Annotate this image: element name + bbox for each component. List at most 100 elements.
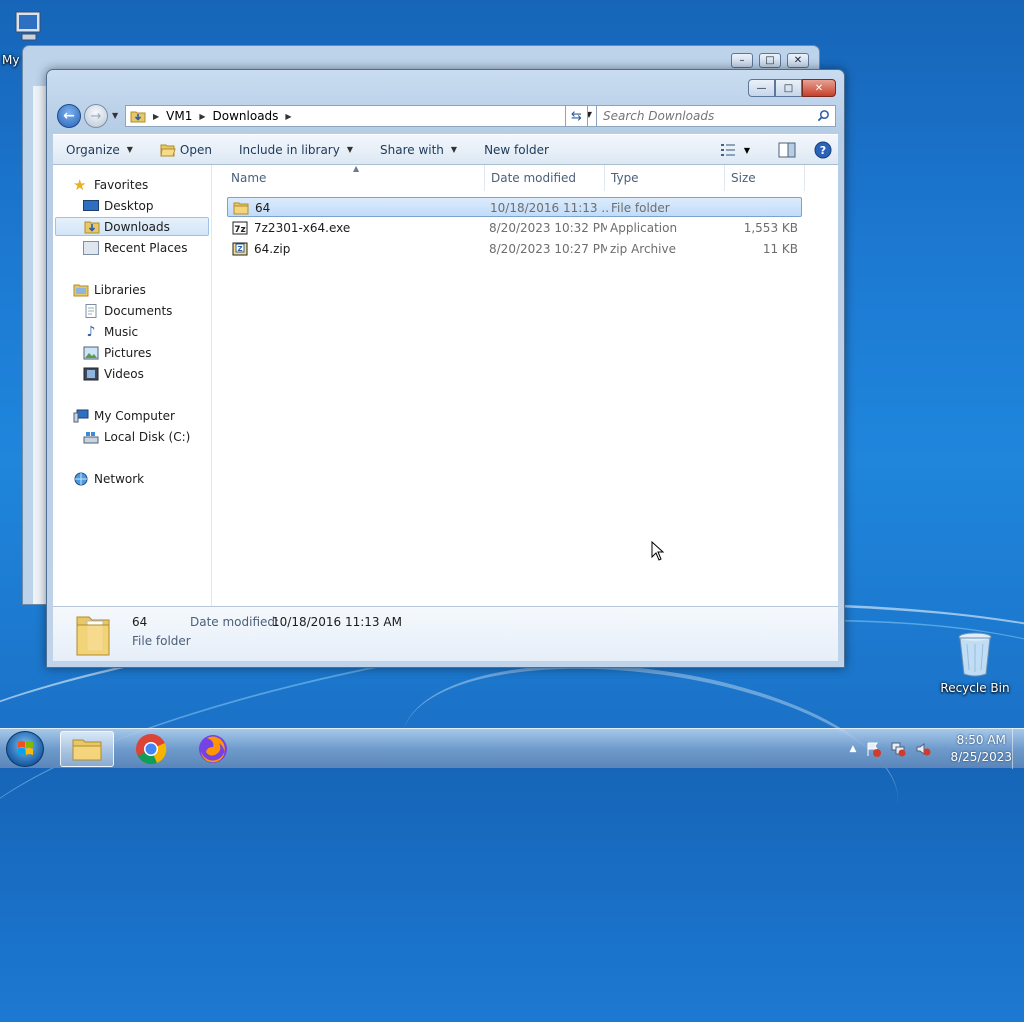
maximize-button[interactable]: □ bbox=[775, 79, 802, 97]
nav-network[interactable]: Network bbox=[73, 469, 144, 488]
nav-documents[interactable]: Documents bbox=[83, 301, 172, 320]
clock[interactable]: 8:50 AM 8/25/2023 bbox=[950, 732, 1012, 766]
breadcrumb-arrow[interactable]: ▶ bbox=[153, 112, 159, 121]
clock-date: 8/25/2023 bbox=[950, 750, 1012, 764]
recent-pages-dropdown[interactable]: ▼ bbox=[112, 111, 118, 120]
file-size bbox=[721, 198, 799, 218]
column-header-date-modified[interactable]: Date modified bbox=[485, 165, 605, 191]
network-status-icon[interactable] bbox=[890, 741, 906, 757]
nav-favorites[interactable]: ★ Favorites bbox=[73, 175, 148, 194]
breadcrumb-downloads[interactable]: Downloads bbox=[213, 109, 279, 123]
nav-local-disk[interactable]: Local Disk (C:) bbox=[83, 427, 190, 446]
close-button[interactable]: ✕ bbox=[802, 79, 836, 97]
taskbar-chrome[interactable] bbox=[124, 731, 178, 767]
7zip-app-icon: 7z bbox=[232, 221, 248, 235]
videos-icon bbox=[83, 367, 99, 380]
new-folder-label: New folder bbox=[484, 142, 549, 157]
new-folder-button[interactable]: New folder bbox=[471, 143, 563, 157]
nav-libraries[interactable]: Libraries bbox=[73, 280, 146, 299]
include-in-library-label: Include in library bbox=[238, 142, 340, 157]
desktop-icon bbox=[83, 200, 99, 211]
details-date-label: Date modified: bbox=[190, 615, 280, 629]
view-details-icon bbox=[720, 144, 735, 156]
share-with-button[interactable]: Share with ▼ bbox=[367, 143, 471, 157]
breadcrumb-arrow[interactable]: ▶ bbox=[199, 112, 205, 121]
column-header-type-label: Type bbox=[611, 171, 639, 185]
star-icon: ★ bbox=[73, 175, 87, 194]
include-in-library-button[interactable]: Include in library ▼ bbox=[226, 143, 367, 157]
chevron-down-icon: ▼ bbox=[346, 145, 353, 154]
maximize-button[interactable]: □ bbox=[759, 53, 781, 68]
volume-muted-icon[interactable] bbox=[915, 741, 931, 757]
svg-text:?: ? bbox=[820, 144, 826, 157]
chevron-down-icon: ▼ bbox=[450, 145, 458, 154]
nav-downloads[interactable]: Downloads bbox=[55, 217, 209, 236]
search-input[interactable] bbox=[597, 106, 807, 126]
taskbar: ▲ 8:50 AM 8/25/2023 bbox=[0, 728, 1024, 769]
file-type: File folder bbox=[611, 201, 670, 215]
organize-button[interactable]: Organize ▼ bbox=[53, 143, 147, 157]
nav-recent-places[interactable]: Recent Places bbox=[83, 238, 187, 257]
back-button[interactable]: ← bbox=[57, 104, 81, 128]
breadcrumb-vm1[interactable]: VM1 bbox=[166, 109, 192, 123]
desktop-icon-recycle-bin[interactable]: Recycle Bin bbox=[940, 630, 1010, 695]
chevron-down-icon: ▼ bbox=[126, 145, 133, 154]
svg-text:Z: Z bbox=[237, 245, 242, 253]
file-date: 10/18/2016 11:13 ... bbox=[490, 201, 608, 215]
details-item-name: 64 bbox=[132, 615, 148, 629]
taskbar-explorer[interactable] bbox=[60, 731, 114, 767]
recycle-bin-icon bbox=[958, 632, 992, 677]
column-header-name[interactable]: Name ▲ bbox=[213, 164, 485, 191]
firefox-icon bbox=[199, 735, 227, 763]
column-header-size[interactable]: Size bbox=[725, 165, 805, 191]
minimize-button[interactable]: – bbox=[731, 53, 753, 68]
nav-desktop[interactable]: Desktop bbox=[83, 196, 154, 215]
column-header-type[interactable]: Type bbox=[605, 165, 725, 191]
nav-my-computer[interactable]: My Computer bbox=[73, 406, 175, 425]
nav-pictures-label: Pictures bbox=[104, 345, 152, 360]
help-icon[interactable]: ? bbox=[814, 141, 832, 159]
open-button[interactable]: Open bbox=[147, 143, 226, 157]
file-type: Application bbox=[610, 221, 678, 235]
chevron-down-icon: ▼ bbox=[743, 145, 750, 155]
change-view-button[interactable]: ▼ bbox=[720, 143, 750, 157]
file-name: 64 bbox=[255, 201, 271, 215]
preview-pane-icon[interactable] bbox=[778, 142, 796, 158]
nav-pictures[interactable]: Pictures bbox=[83, 343, 152, 362]
breadcrumb-arrow[interactable]: ▶ bbox=[285, 112, 291, 121]
mouse-cursor-icon bbox=[651, 541, 665, 561]
nav-documents-label: Documents bbox=[104, 303, 173, 318]
nav-videos[interactable]: Videos bbox=[83, 364, 144, 383]
svg-text:7z: 7z bbox=[234, 225, 246, 235]
drive-icon bbox=[83, 431, 99, 443]
file-name: 7z2301-x64.exe bbox=[254, 221, 351, 235]
command-bar: Organize ▼ Open Include in library ▼ Share… bbox=[53, 134, 838, 165]
view-controls: ▼ ? bbox=[720, 141, 832, 159]
system-tray: ▲ 8:50 AM 8/25/2023 bbox=[850, 732, 1012, 766]
minimize-button[interactable]: — bbox=[748, 79, 775, 97]
address-bar[interactable]: ▶ VM1 ▶ Downloads ▶ ▼ bbox=[125, 105, 597, 127]
open-label: Open bbox=[179, 142, 212, 157]
close-button[interactable]: ✕ bbox=[787, 53, 809, 68]
refresh-button[interactable]: ⇆ bbox=[565, 105, 588, 127]
file-row[interactable]: Z 64.zip 8/20/2023 10:27 PM zip Archive … bbox=[227, 239, 802, 259]
nav-my-computer-label: My Computer bbox=[94, 408, 175, 423]
forward-button[interactable]: → bbox=[84, 104, 108, 128]
taskbar-firefox[interactable] bbox=[186, 731, 240, 767]
show-desktop-button[interactable] bbox=[1012, 729, 1024, 769]
start-button[interactable] bbox=[6, 731, 44, 767]
column-header-name-label: Name bbox=[231, 171, 267, 185]
show-hidden-icons-button[interactable]: ▲ bbox=[850, 744, 857, 754]
nav-libraries-label: Libraries bbox=[94, 282, 146, 297]
details-pane: 64 File folder Date modified: 10/18/2016… bbox=[53, 607, 838, 661]
file-row[interactable]: 64 10/18/2016 11:13 ... File folder bbox=[227, 197, 802, 217]
search-icon[interactable] bbox=[817, 109, 830, 122]
file-row[interactable]: 7z 7z2301-x64.exe 8/20/2023 10:32 PM App… bbox=[227, 218, 802, 238]
window-controls: — □ ✕ bbox=[748, 79, 836, 97]
nav-music[interactable]: ♪ Music bbox=[83, 322, 139, 341]
organize-label: Organize bbox=[66, 142, 120, 157]
action-center-flag-icon[interactable] bbox=[865, 741, 882, 757]
file-type: zip Archive bbox=[610, 242, 676, 256]
nav-local-disk-label: Local Disk (C:) bbox=[104, 429, 191, 444]
folder-icon bbox=[233, 202, 249, 215]
